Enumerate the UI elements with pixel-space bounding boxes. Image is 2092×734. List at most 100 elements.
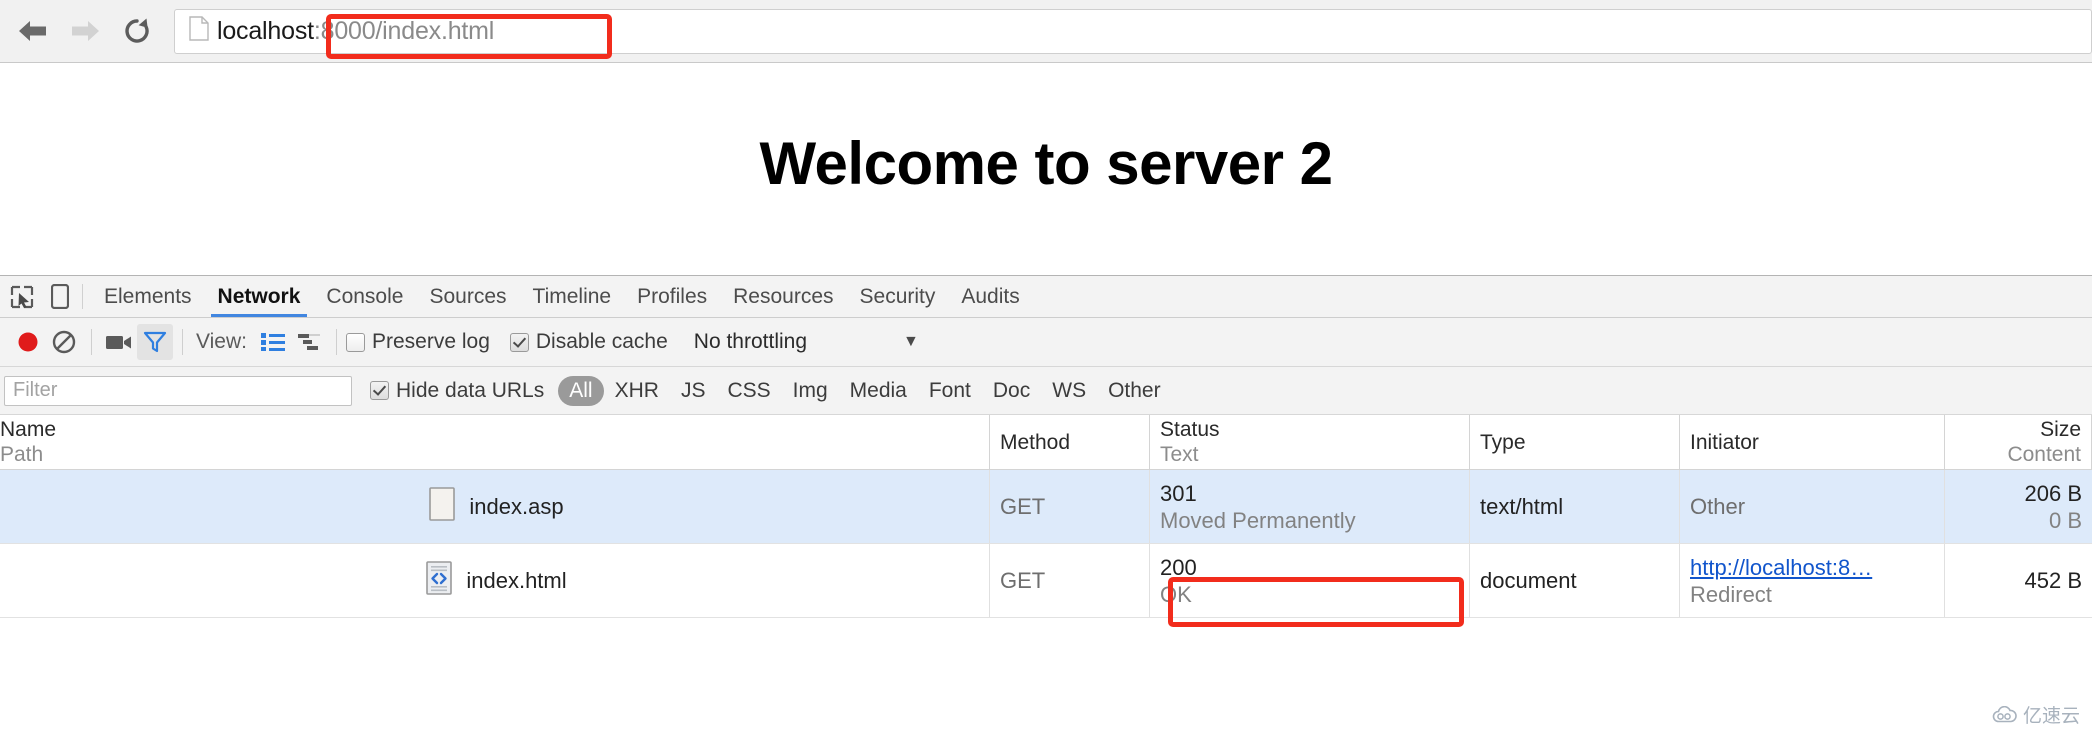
status-code: 301 — [1160, 480, 1197, 506]
capture-screenshots-button[interactable] — [101, 324, 137, 360]
toolbar-divider — [82, 284, 83, 309]
filter-pill-all[interactable]: All — [558, 375, 604, 406]
transfer-size: 206 B — [2024, 480, 2083, 506]
inspect-cursor-icon — [10, 285, 34, 308]
page-title: Welcome to server 2 — [759, 130, 1333, 197]
request-name-cell[interactable]: index.asp — [0, 470, 990, 543]
page-document-icon — [189, 16, 209, 46]
inspect-element-button[interactable] — [8, 283, 36, 311]
list-view-icon — [260, 333, 285, 351]
forward-button[interactable] — [62, 8, 108, 54]
filter-input[interactable] — [4, 375, 352, 406]
tab-network-label: Network — [217, 284, 301, 308]
table-header-row: Name Path Method Status Text Type Initia… — [0, 415, 2092, 470]
filter-pill-doc[interactable]: Doc — [982, 376, 1041, 406]
devtools-tabbar: Elements Network Console Sources Timelin… — [0, 276, 2092, 318]
waterfall-view-button[interactable] — [291, 324, 327, 360]
request-status-cell: 200 OK — [1150, 544, 1470, 617]
transfer-size: 452 B — [2024, 568, 2083, 593]
request-type-cell: document — [1470, 544, 1680, 617]
column-header-size[interactable]: Size Content — [1945, 415, 2092, 469]
filter-pill-xhr[interactable]: XHR — [604, 376, 670, 406]
tab-security[interactable]: Security — [847, 276, 949, 317]
controls-divider-2 — [182, 329, 183, 355]
initiator-link[interactable]: http://localhost:8… — [1690, 554, 1934, 581]
request-name-label: index.html — [466, 567, 567, 593]
tab-resources[interactable]: Resources — [720, 276, 846, 317]
url-host: localhost — [217, 16, 314, 45]
request-type-cell: text/html — [1470, 470, 1680, 543]
clear-button[interactable] — [46, 324, 82, 360]
request-initiator-cell: http://localhost:8… Redirect — [1680, 544, 1945, 617]
filter-pill-other[interactable]: Other — [1097, 376, 1172, 406]
record-button[interactable] — [10, 324, 46, 360]
resource-type-filters: All XHR JS CSS Img Media Font Doc WS Oth… — [558, 375, 1172, 406]
filter-toggle-button[interactable] — [137, 324, 173, 360]
filter-pill-img[interactable]: Img — [782, 376, 839, 406]
hide-data-urls-checkbox[interactable]: Hide data URLs — [370, 379, 544, 403]
throttling-select-value[interactable]: No throttling — [694, 330, 807, 354]
network-filter-row: Hide data URLs All XHR JS CSS Img Media … — [0, 367, 2092, 415]
filter-pill-media[interactable]: Media — [839, 376, 918, 406]
tab-audits-label: Audits — [961, 284, 1020, 308]
request-size-cell: 206 B 0 B — [1945, 470, 2092, 543]
controls-divider-3 — [335, 329, 337, 355]
tab-timeline-label: Timeline — [532, 284, 612, 308]
column-header-status[interactable]: Status Text — [1150, 415, 1470, 469]
tab-network[interactable]: Network — [205, 276, 314, 317]
tab-timeline[interactable]: Timeline — [520, 276, 625, 317]
disable-cache-checkbox[interactable]: Disable cache — [509, 330, 668, 354]
waterfall-view-icon — [297, 334, 320, 350]
tab-audits[interactable]: Audits — [948, 276, 1032, 317]
blank-page-icon — [429, 487, 456, 526]
mobile-device-icon — [51, 284, 69, 309]
column-header-method[interactable]: Method — [990, 415, 1150, 469]
filter-pill-font[interactable]: Font — [918, 376, 982, 406]
device-toolbar-button[interactable] — [46, 283, 74, 311]
forward-arrow-icon — [72, 21, 99, 41]
chevron-down-icon[interactable]: ▼ — [903, 334, 919, 350]
camera-icon — [106, 336, 131, 349]
document-code-icon — [426, 561, 453, 600]
network-requests-table: Name Path Method Status Text Type Initia… — [0, 415, 2092, 733]
tab-security-label: Security — [859, 284, 936, 308]
page-viewport: Welcome to server 2 — [0, 63, 2092, 275]
request-name-cell[interactable]: index.html — [0, 544, 990, 617]
tab-sources[interactable]: Sources — [416, 276, 519, 317]
request-initiator-cell: Other — [1680, 470, 1945, 543]
table-row[interactable]: index.html GET 200 OK document http://lo… — [0, 544, 2092, 618]
address-bar-text: localhost:8000/index.html — [217, 17, 494, 46]
tab-profiles[interactable]: Profiles — [624, 276, 720, 317]
browser-toolbar: localhost:8000/index.html — [0, 0, 2092, 63]
request-size-cell: 452 B — [1945, 544, 2092, 617]
preserve-log-label: Preserve log — [371, 330, 490, 353]
tab-resources-label: Resources — [733, 284, 834, 308]
list-view-button[interactable] — [255, 324, 291, 360]
disable-cache-label: Disable cache — [535, 330, 668, 353]
filter-pill-css[interactable]: CSS — [716, 376, 781, 406]
request-status-cell: 301 Moved Permanently — [1150, 470, 1470, 543]
reload-button[interactable] — [114, 8, 160, 54]
tab-console[interactable]: Console — [313, 276, 416, 317]
tab-console-label: Console — [326, 284, 404, 308]
status-code: 200 — [1160, 554, 1197, 580]
devtools-panel: Elements Network Console Sources Timelin… — [0, 275, 2092, 733]
table-row[interactable]: index.asp GET 301 Moved Permanently text… — [0, 470, 2092, 544]
address-bar[interactable]: localhost:8000/index.html — [174, 8, 2092, 54]
filter-pill-js[interactable]: JS — [670, 376, 717, 406]
status-text: Moved Permanently — [1160, 507, 1356, 533]
record-circle-icon — [18, 332, 38, 352]
tab-elements[interactable]: Elements — [91, 276, 205, 317]
preserve-log-checkbox[interactable]: Preserve log — [345, 330, 490, 354]
omnibox-container: localhost:8000/index.html — [174, 8, 2092, 59]
filter-pill-ws[interactable]: WS — [1041, 376, 1097, 406]
column-header-name[interactable]: Name Path — [0, 415, 990, 469]
column-header-initiator[interactable]: Initiator — [1680, 415, 1945, 469]
back-arrow-icon — [19, 21, 46, 41]
request-name-label: index.asp — [469, 493, 564, 519]
back-button[interactable] — [10, 8, 56, 54]
column-header-type[interactable]: Type — [1470, 415, 1680, 469]
navigation-buttons — [0, 8, 160, 54]
hide-data-urls-box — [370, 381, 389, 400]
tab-profiles-label: Profiles — [637, 284, 708, 308]
